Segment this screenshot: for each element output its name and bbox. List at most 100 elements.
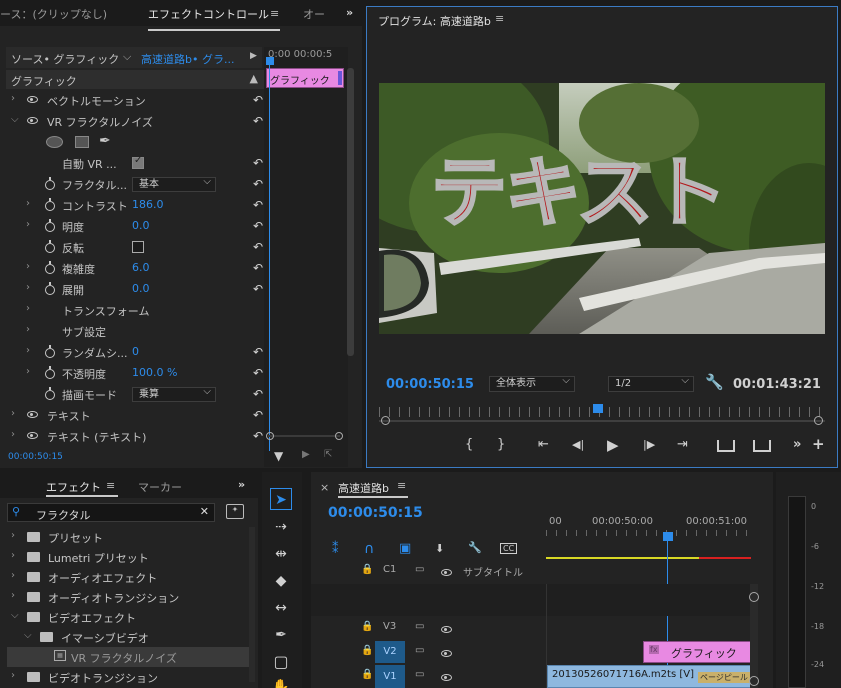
lift-icon[interactable] (717, 440, 735, 452)
eye-icon[interactable] (441, 626, 452, 633)
pen-mask-icon[interactable]: ✒ (99, 133, 111, 149)
contrast-value[interactable]: 186.0 (132, 198, 164, 211)
track-header-v1[interactable]: 🔒 V1 ▭ (311, 665, 546, 688)
filter-icon[interactable]: ▼ (274, 449, 283, 463)
film-icon[interactable]: ▭ (415, 669, 424, 680)
add-marker-icon[interactable]: ⬇ (435, 542, 444, 555)
tab-source[interactable]: ース：(クリップなし) (0, 6, 107, 22)
lock-icon[interactable]: 🔒 (361, 564, 373, 575)
reset-icon[interactable]: ↶ (251, 198, 265, 212)
lock-icon[interactable]: 🔒 (361, 645, 373, 656)
mark-out-icon[interactable]: } (497, 437, 505, 452)
ec-zoom-bar[interactable] (268, 435, 340, 437)
ec-mini-timeline[interactable]: 0:00 00:00:5 グラフィック ▼ ▶ ⇱ (264, 47, 348, 467)
ellipse-mask-icon[interactable] (46, 136, 63, 148)
eye-icon[interactable] (441, 674, 452, 681)
effects-item-video-transitions[interactable]: › ビデオトランジション (7, 667, 242, 687)
clip-graphic-v2[interactable]: fx グラフィック (643, 641, 751, 663)
clip-video-v1[interactable]: 20130526071716A.m2ts [V] ページピール (547, 665, 751, 688)
eye-icon[interactable] (27, 432, 38, 439)
export-icon[interactable]: ⇱ (324, 449, 332, 460)
effects-item-audio-transitions[interactable]: › オーディオトランジション (7, 587, 242, 607)
panel-overflow-icon[interactable]: » (346, 6, 353, 19)
mark-in-icon[interactable]: { (465, 437, 473, 452)
collapse-up-icon[interactable]: ▲ (250, 72, 258, 85)
stopwatch-icon[interactable] (45, 261, 55, 274)
row-text-text[interactable]: › テキスト (テキスト) ↶ (6, 426, 271, 447)
row-transform[interactable]: › トランスフォーム (6, 300, 271, 321)
video-frame[interactable]: テキスト (379, 83, 825, 334)
go-to-out-icon[interactable]: ⇥ (677, 437, 688, 452)
stopwatch-icon[interactable] (45, 387, 55, 400)
row-brightness[interactable]: › 明度 0.0 ↶ (6, 216, 271, 237)
effects-item-immersive-video[interactable]: ⌵ イマーシブビデオ (7, 627, 242, 647)
ec-clip-end-handle[interactable] (338, 71, 342, 85)
effects-search-input[interactable]: ⚲ フラクタル ✕ (7, 503, 215, 522)
effects-item-video-effects[interactable]: ⌵ ビデオエフェクト (7, 607, 242, 627)
zoom-handle-left[interactable] (381, 416, 390, 425)
timeline-timecode[interactable]: 00:00:50:15 (328, 505, 423, 521)
effects-scrollbar[interactable] (249, 527, 255, 682)
row-vector-motion[interactable]: › ベクトルモーション ↶ (6, 90, 271, 111)
reset-icon[interactable]: ↶ (251, 219, 265, 233)
slip-tool-icon[interactable]: ↔ (270, 597, 292, 619)
track-header-v3[interactable]: 🔒 V3 ▭ (311, 617, 546, 639)
row-complexity[interactable]: › 複雑度 6.0 ↶ (6, 258, 271, 279)
add-button-icon[interactable]: + (812, 435, 825, 453)
zoom-scrollbar[interactable] (379, 420, 825, 422)
caption-track-area[interactable] (311, 584, 751, 616)
eye-icon[interactable] (441, 650, 452, 657)
wrench-icon[interactable]: 🔧 (468, 541, 482, 554)
invert-checkbox[interactable] (132, 241, 144, 253)
zoom-handle-right[interactable] (814, 416, 823, 425)
row-blend-mode[interactable]: 描画モード 乗算 ↶ (6, 384, 271, 405)
sequence-clip-label[interactable]: 高速道路b• グラ... (141, 51, 234, 67)
reset-icon[interactable]: ↶ (251, 156, 265, 170)
reset-icon[interactable]: ↶ (251, 177, 265, 191)
ec-scrollbar[interactable] (347, 68, 354, 356)
stopwatch-icon[interactable] (45, 177, 55, 190)
effects-item-vr-fractal-noise[interactable]: ▦ VR フラクタルノイズ (7, 647, 249, 667)
program-title[interactable]: プログラム: 高速道路b (378, 13, 491, 29)
ec-clip-graphic[interactable]: グラフィック (266, 68, 344, 88)
ripple-edit-tool-icon[interactable]: ⇹ (270, 543, 292, 565)
ec-playhead-handle[interactable] (266, 57, 274, 65)
track-target-v2[interactable]: V2 (375, 641, 405, 663)
lock-icon[interactable]: 🔒 (361, 621, 373, 632)
film-icon[interactable]: ▭ (415, 621, 424, 632)
more-controls-icon[interactable]: » (793, 437, 801, 452)
row-vr-fractal-noise[interactable]: ⌵ VR フラクタルノイズ ↶ (6, 111, 271, 132)
panel-overflow-icon[interactable]: » (238, 478, 245, 491)
linked-selection-icon[interactable]: ▣ (399, 541, 411, 556)
overlay-text[interactable]: テキスト (430, 153, 729, 232)
transition-badge[interactable]: ページピール (698, 672, 750, 683)
clear-search-icon[interactable]: ✕ (200, 505, 209, 518)
row-fractal-type[interactable]: フラクタル... 基本 ↶ (6, 174, 271, 195)
row-text[interactable]: › テキスト ↶ (6, 405, 271, 426)
pen-tool-icon[interactable]: ✒ (270, 624, 292, 646)
hand-tool-icon[interactable]: ✋ (270, 676, 292, 688)
source-label[interactable]: ソース• グラフィック (11, 51, 119, 67)
row-auto-vr[interactable]: 自動 VR ... ✓ ↶ (6, 153, 271, 174)
zoom-select[interactable]: 全体表示 (489, 374, 575, 392)
row-sub-settings[interactable]: › サブ設定 (6, 321, 271, 342)
track-header-c1[interactable]: 🔒 C1 ▭ サブタイトル (311, 560, 546, 582)
ec-timecode[interactable]: 00:00:50:15 (8, 452, 63, 462)
rectangle-mask-icon[interactable] (75, 136, 89, 148)
razor-tool-icon[interactable]: ◆ (270, 570, 292, 592)
track-select-tool-icon[interactable]: ⇢ (270, 516, 292, 538)
rectangle-tool-icon[interactable]: ▢ (270, 651, 292, 673)
program-current-timecode[interactable]: 00:00:50:15 (386, 377, 474, 392)
tab-effect-controls[interactable]: エフェクトコントロール (148, 6, 269, 22)
go-to-in-icon[interactable]: ⇤ (538, 437, 549, 452)
vscroll-handle-bottom[interactable] (749, 676, 759, 686)
row-contrast[interactable]: › コントラスト 186.0 ↶ (6, 195, 271, 216)
hamburger-icon[interactable]: ≡ (397, 479, 406, 492)
reset-icon[interactable]: ↶ (251, 240, 265, 254)
reset-icon[interactable]: ↶ (251, 387, 265, 401)
evolution-value[interactable]: 0.0 (132, 282, 150, 295)
new-bin-icon[interactable]: ✦ (226, 504, 244, 519)
eye-icon[interactable] (27, 96, 38, 103)
selection-tool-icon[interactable]: ➤ (270, 488, 292, 510)
nest-icon[interactable]: ⁑ (332, 542, 339, 557)
